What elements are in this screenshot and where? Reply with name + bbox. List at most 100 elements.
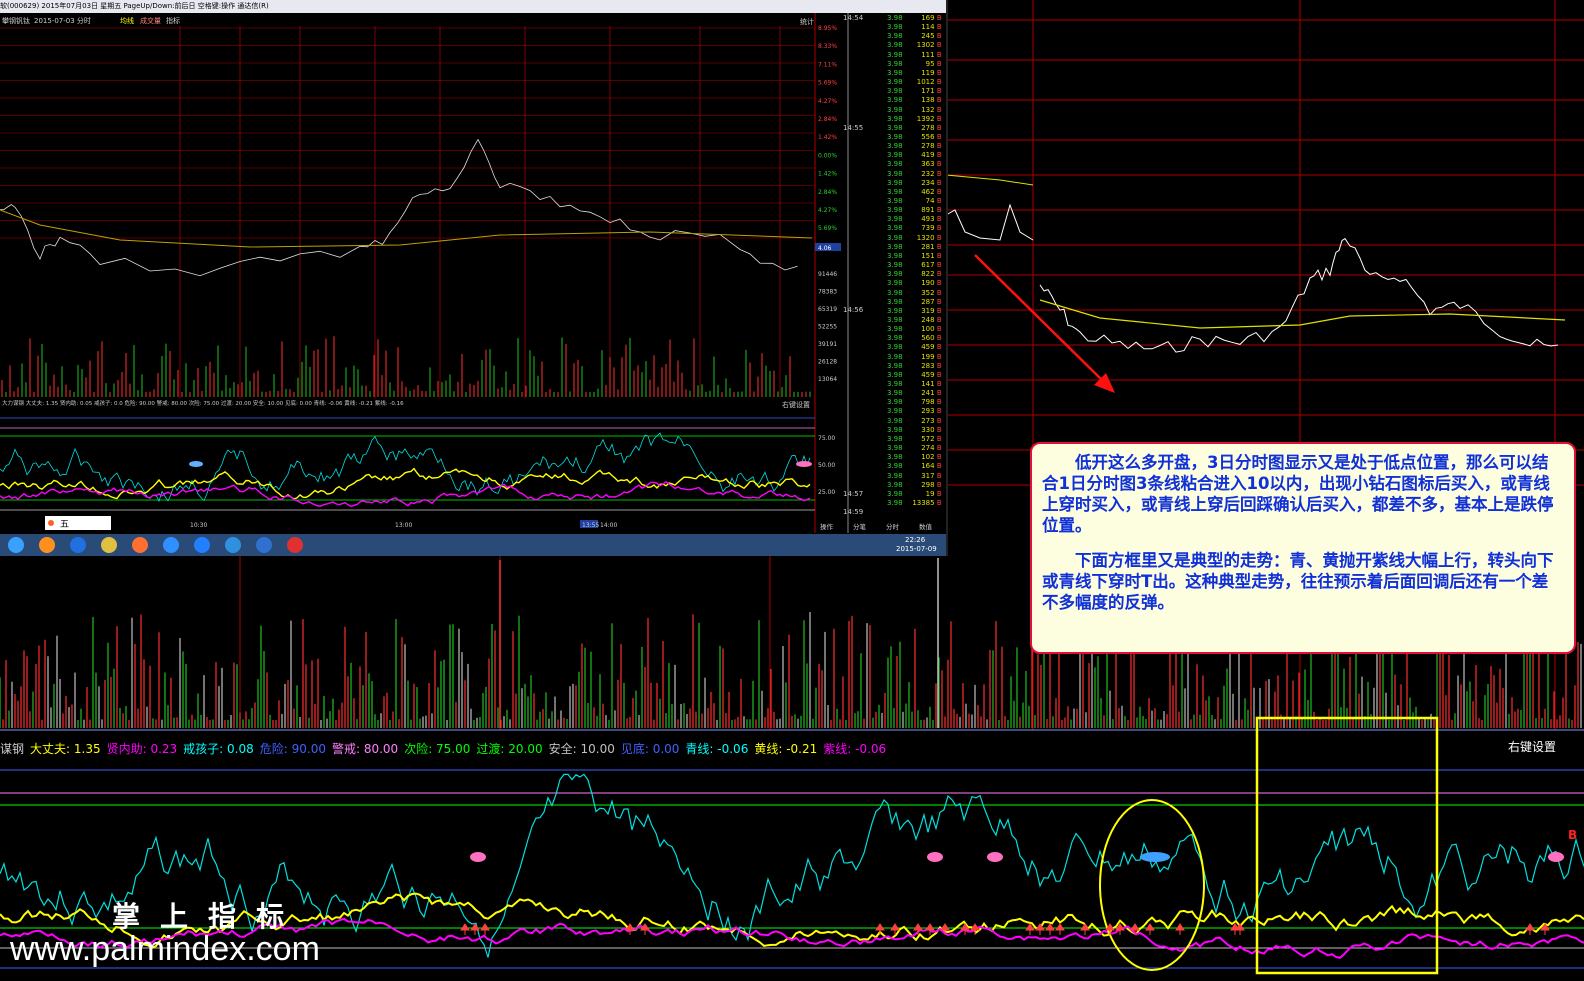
tick-row: 3.98 273 B [887,417,942,425]
tick-row: 3.98 1320 B [887,234,942,242]
tick-row: 3.98 891 B [887,206,942,214]
inset-header-text: 攀钢钒钛 [2,16,30,25]
up-arrow-icon [1045,923,1055,935]
tick-row: 3.98 278 B [887,124,942,132]
inset-level-label: 75.00 [818,435,835,442]
tick-volume: 199 [921,352,935,361]
pct-label: 0.00% [818,152,837,159]
tick-volume: 74 [925,197,935,205]
price-highlight-label: 4.06 [818,245,832,252]
tick-side: B [934,398,942,407]
tick-price: 3.98 [887,59,903,68]
up-arrow-icon [970,923,980,935]
tick-side: B [934,187,942,196]
tick-volume: 1012 [916,78,935,87]
up-arrow-icon [1055,923,1065,935]
tick-list: 14:54 14:55 14:56 14:57 14:59 3.98 169 B 3.98 11… [843,14,943,532]
pct-label: 2.84% [818,189,837,196]
tick-row: 3.98 459 B [887,343,942,351]
taskbar-app-icon[interactable] [8,537,24,553]
up-arrow-icon [470,923,480,935]
stat-label[interactable]: 统计 [800,17,814,27]
tick-volume: 274 [921,444,935,453]
volume-axis-label: 39191 [818,341,837,348]
tick-price: 3.98 [887,416,903,425]
taskbar-app-icon[interactable] [132,537,148,553]
tick-row: 3.98 102 B [887,453,942,461]
tick-row: 3.98 560 B [887,334,942,342]
taskbar-app-icon[interactable] [256,537,272,553]
pct-label: 8.33% [818,43,837,50]
taskbar-app-icon[interactable] [101,537,117,553]
tick-volume: 114 [921,23,935,32]
tick-price: 3.98 [887,334,903,343]
tick-price: 3.98 [887,279,903,288]
tick-volume: 100 [921,325,935,334]
taskbar-app-icon[interactable] [39,537,55,553]
tick-price: 3.98 [887,160,903,169]
buy-signal-label: B [1568,828,1578,842]
taskbar-app-icon[interactable] [70,537,86,553]
tick-row: 3.98 293 B [887,407,942,415]
tick-row: 3.98 572 B [887,435,942,443]
tick-row: 3.98 319 B [887,307,942,315]
taskbar-app-icon[interactable] [163,537,179,553]
taskbar-app-icon[interactable] [194,537,210,553]
tick-side: B [934,370,942,379]
tick-price: 3.98 [887,315,903,324]
tick-time: 14:54 [843,14,864,22]
tick-price: 3.98 [887,407,903,416]
tick-volume: 459 [921,370,935,379]
tick-row: 3.98 281 B [887,243,942,251]
tick-price: 3.98 [887,434,903,443]
tick-volume: 141 [921,380,935,388]
tick-side: B [934,270,942,279]
tick-side: B [934,215,942,224]
tick-side: B [934,87,942,96]
right-setting-small[interactable]: 右键设置 [782,400,810,410]
tick-price: 3.98 [887,352,903,361]
tick-side: B [934,242,942,251]
tick-volume: 234 [921,178,935,187]
taskbar-app-icon[interactable] [287,537,303,553]
pink-signal-icon [927,852,943,862]
tick-price: 3.98 [887,132,903,141]
taskbar-app-icon[interactable] [225,537,241,553]
tick-price: 3.98 [887,453,903,462]
tick-volume: 111 [921,50,935,59]
tick-side: B [934,68,942,77]
inset-header-text: 成交量 [140,16,161,25]
tick-volume: 190 [921,279,935,288]
price-line [1039,237,1559,353]
tick-price: 3.98 [887,306,903,315]
tick-price: 3.98 [887,270,903,279]
tick-volume: 462 [921,187,935,196]
tick-side: B [934,50,942,59]
up-arrow-icon [1145,923,1155,935]
tick-side: B [934,178,942,187]
tick-volume: 132 [921,105,935,114]
tick-row: 3.98 119 B [887,69,942,77]
inset-window: 软(000629) 2015年07月03日 星期五 PageUp/Down:前后… [0,0,948,556]
up-arrow-icon [1175,923,1185,935]
tick-price: 3.98 [887,78,903,87]
tick-side: B [934,315,942,324]
pct-label: 7.11% [818,61,837,68]
pct-label: 4.27% [818,98,837,105]
tick-volume: 572 [921,434,935,443]
tick-side: B [934,142,942,151]
tick-volume: 171 [921,87,935,96]
legend-item: 紫线: -0.06 [823,742,887,756]
right-setting-label[interactable]: 右键设置 [1508,738,1556,755]
tick-side: B [934,453,942,462]
tick-side: B [934,444,942,453]
legend-item: 戒孩子: 0.08 [183,742,254,756]
tick-side: B [934,462,942,471]
tick-price: 3.98 [887,215,903,224]
tick-price: 3.98 [887,114,903,123]
tick-side: B [934,352,942,361]
tick-time: 14:55 [843,124,864,132]
arrow-shaft [974,254,1106,384]
up-arrow-icon [1080,923,1090,935]
tick-volume: 151 [921,251,935,260]
